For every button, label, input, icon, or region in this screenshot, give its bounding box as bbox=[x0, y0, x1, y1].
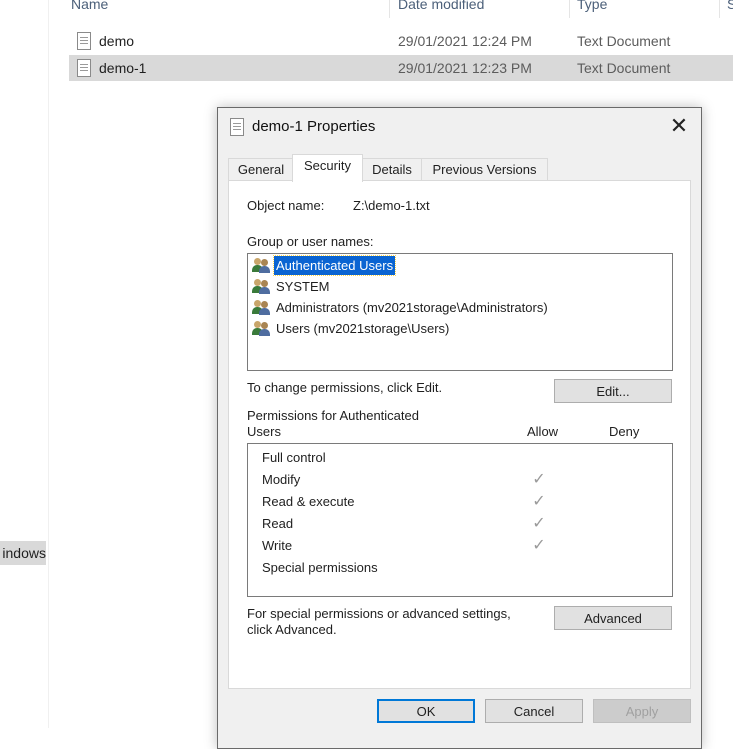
column-header-type[interactable]: Type bbox=[577, 0, 607, 12]
deny-column-header: Deny bbox=[609, 424, 640, 439]
group-item-authenticated-users[interactable]: Authenticated Users bbox=[252, 255, 668, 276]
object-name-value: Z:\demo-1.txt bbox=[353, 198, 430, 213]
file-date: 29/01/2021 12:23 PM bbox=[398, 60, 532, 76]
edit-button[interactable]: Edit... bbox=[554, 379, 672, 403]
close-button[interactable]: ✕ bbox=[657, 108, 701, 144]
column-header-date-modified[interactable]: Date modified bbox=[398, 0, 484, 12]
advanced-settings-text: For special permissions or advanced sett… bbox=[247, 606, 511, 621]
file-date: 29/01/2021 12:24 PM bbox=[398, 33, 532, 49]
group-item-label: Authenticated Users bbox=[272, 255, 397, 276]
file-type: Text Document bbox=[577, 33, 671, 49]
ok-button[interactable]: OK bbox=[377, 699, 475, 723]
file-name: demo bbox=[99, 33, 135, 49]
column-divider[interactable] bbox=[569, 0, 570, 18]
group-item-administrators[interactable]: Administrators (mv2021storage\Administra… bbox=[252, 298, 668, 317]
permission-name: Special permissions bbox=[262, 560, 378, 575]
column-divider[interactable] bbox=[719, 0, 720, 18]
dialog-title: demo-1 Properties bbox=[252, 118, 376, 135]
file-row-demo[interactable]: demo 29/01/2021 12:24 PM Text Document bbox=[69, 28, 733, 54]
group-item-label: Administrators (mv2021storage\Administra… bbox=[276, 300, 548, 315]
group-item-label: Users (mv2021storage\Users) bbox=[276, 321, 450, 336]
close-icon: ✕ bbox=[669, 113, 689, 138]
cancel-button[interactable]: Cancel bbox=[485, 699, 583, 723]
nav-item-windows[interactable]: indows bbox=[0, 541, 46, 565]
file-row-demo-1[interactable]: demo-1 29/01/2021 12:23 PM Text Document bbox=[69, 55, 733, 81]
tab-general[interactable]: General bbox=[228, 158, 294, 181]
group-item-system[interactable]: SYSTEM bbox=[252, 277, 668, 296]
permission-row-modify: Modify ✓ bbox=[262, 469, 662, 491]
allow-check-icon: ✓ bbox=[532, 515, 546, 532]
group-list-label: Group or user names: bbox=[247, 234, 374, 249]
object-name-label: Object name: bbox=[247, 198, 325, 213]
text-file-icon bbox=[230, 118, 244, 136]
permission-row-full-control: Full control bbox=[262, 447, 662, 469]
column-header-name[interactable]: Name bbox=[71, 0, 108, 12]
tab-previous-versions[interactable]: Previous Versions bbox=[421, 158, 548, 181]
column-header-size[interactable]: S bbox=[727, 0, 733, 12]
permissions-list: Full control Modify ✓ Read & execute ✓ R… bbox=[247, 443, 673, 597]
tab-security[interactable]: Security bbox=[292, 154, 363, 182]
permissions-for-label: Permissions for Authenticated bbox=[247, 408, 419, 423]
column-divider[interactable] bbox=[389, 0, 390, 18]
navigation-pane bbox=[0, 0, 49, 728]
change-permissions-text: To change permissions, click Edit. bbox=[247, 380, 443, 395]
apply-button[interactable]: Apply bbox=[593, 699, 691, 723]
allow-check-icon: ✓ bbox=[532, 537, 546, 554]
column-header-bar: Name Date modified Type S bbox=[49, 0, 733, 18]
permission-row-special: Special permissions bbox=[262, 557, 662, 579]
security-tab-panel: Object name: Z:\demo-1.txt Group or user… bbox=[228, 180, 691, 689]
allow-check-icon: ✓ bbox=[532, 471, 546, 488]
file-type: Text Document bbox=[577, 60, 671, 76]
users-group-icon bbox=[252, 257, 270, 273]
properties-dialog: demo-1 Properties ✕ General Security Det… bbox=[217, 107, 702, 749]
permission-row-read: Read ✓ bbox=[262, 513, 662, 535]
permission-name: Read bbox=[262, 516, 294, 531]
advanced-button[interactable]: Advanced bbox=[554, 606, 672, 630]
tab-details[interactable]: Details bbox=[361, 158, 423, 181]
permission-row-write: Write ✓ bbox=[262, 535, 662, 557]
users-group-icon bbox=[252, 299, 270, 315]
file-name: demo-1 bbox=[99, 60, 147, 76]
users-group-icon bbox=[252, 320, 270, 336]
group-item-users[interactable]: Users (mv2021storage\Users) bbox=[252, 319, 668, 338]
permissions-for-label-user: Users bbox=[247, 424, 281, 439]
group-item-label: SYSTEM bbox=[276, 279, 330, 294]
text-file-icon bbox=[77, 32, 91, 50]
permission-name: Read & execute bbox=[262, 494, 355, 509]
allow-check-icon: ✓ bbox=[532, 493, 546, 510]
advanced-settings-text-2: click Advanced. bbox=[247, 622, 337, 637]
permission-row-read-execute: Read & execute ✓ bbox=[262, 491, 662, 513]
text-file-icon bbox=[77, 59, 91, 77]
users-group-icon bbox=[252, 278, 270, 294]
permission-name: Full control bbox=[262, 450, 326, 465]
group-user-listbox[interactable]: Authenticated Users SYSTEM Administrator… bbox=[247, 253, 673, 371]
permission-name: Write bbox=[262, 538, 293, 553]
permission-name: Modify bbox=[262, 472, 301, 487]
allow-column-header: Allow bbox=[527, 424, 559, 439]
